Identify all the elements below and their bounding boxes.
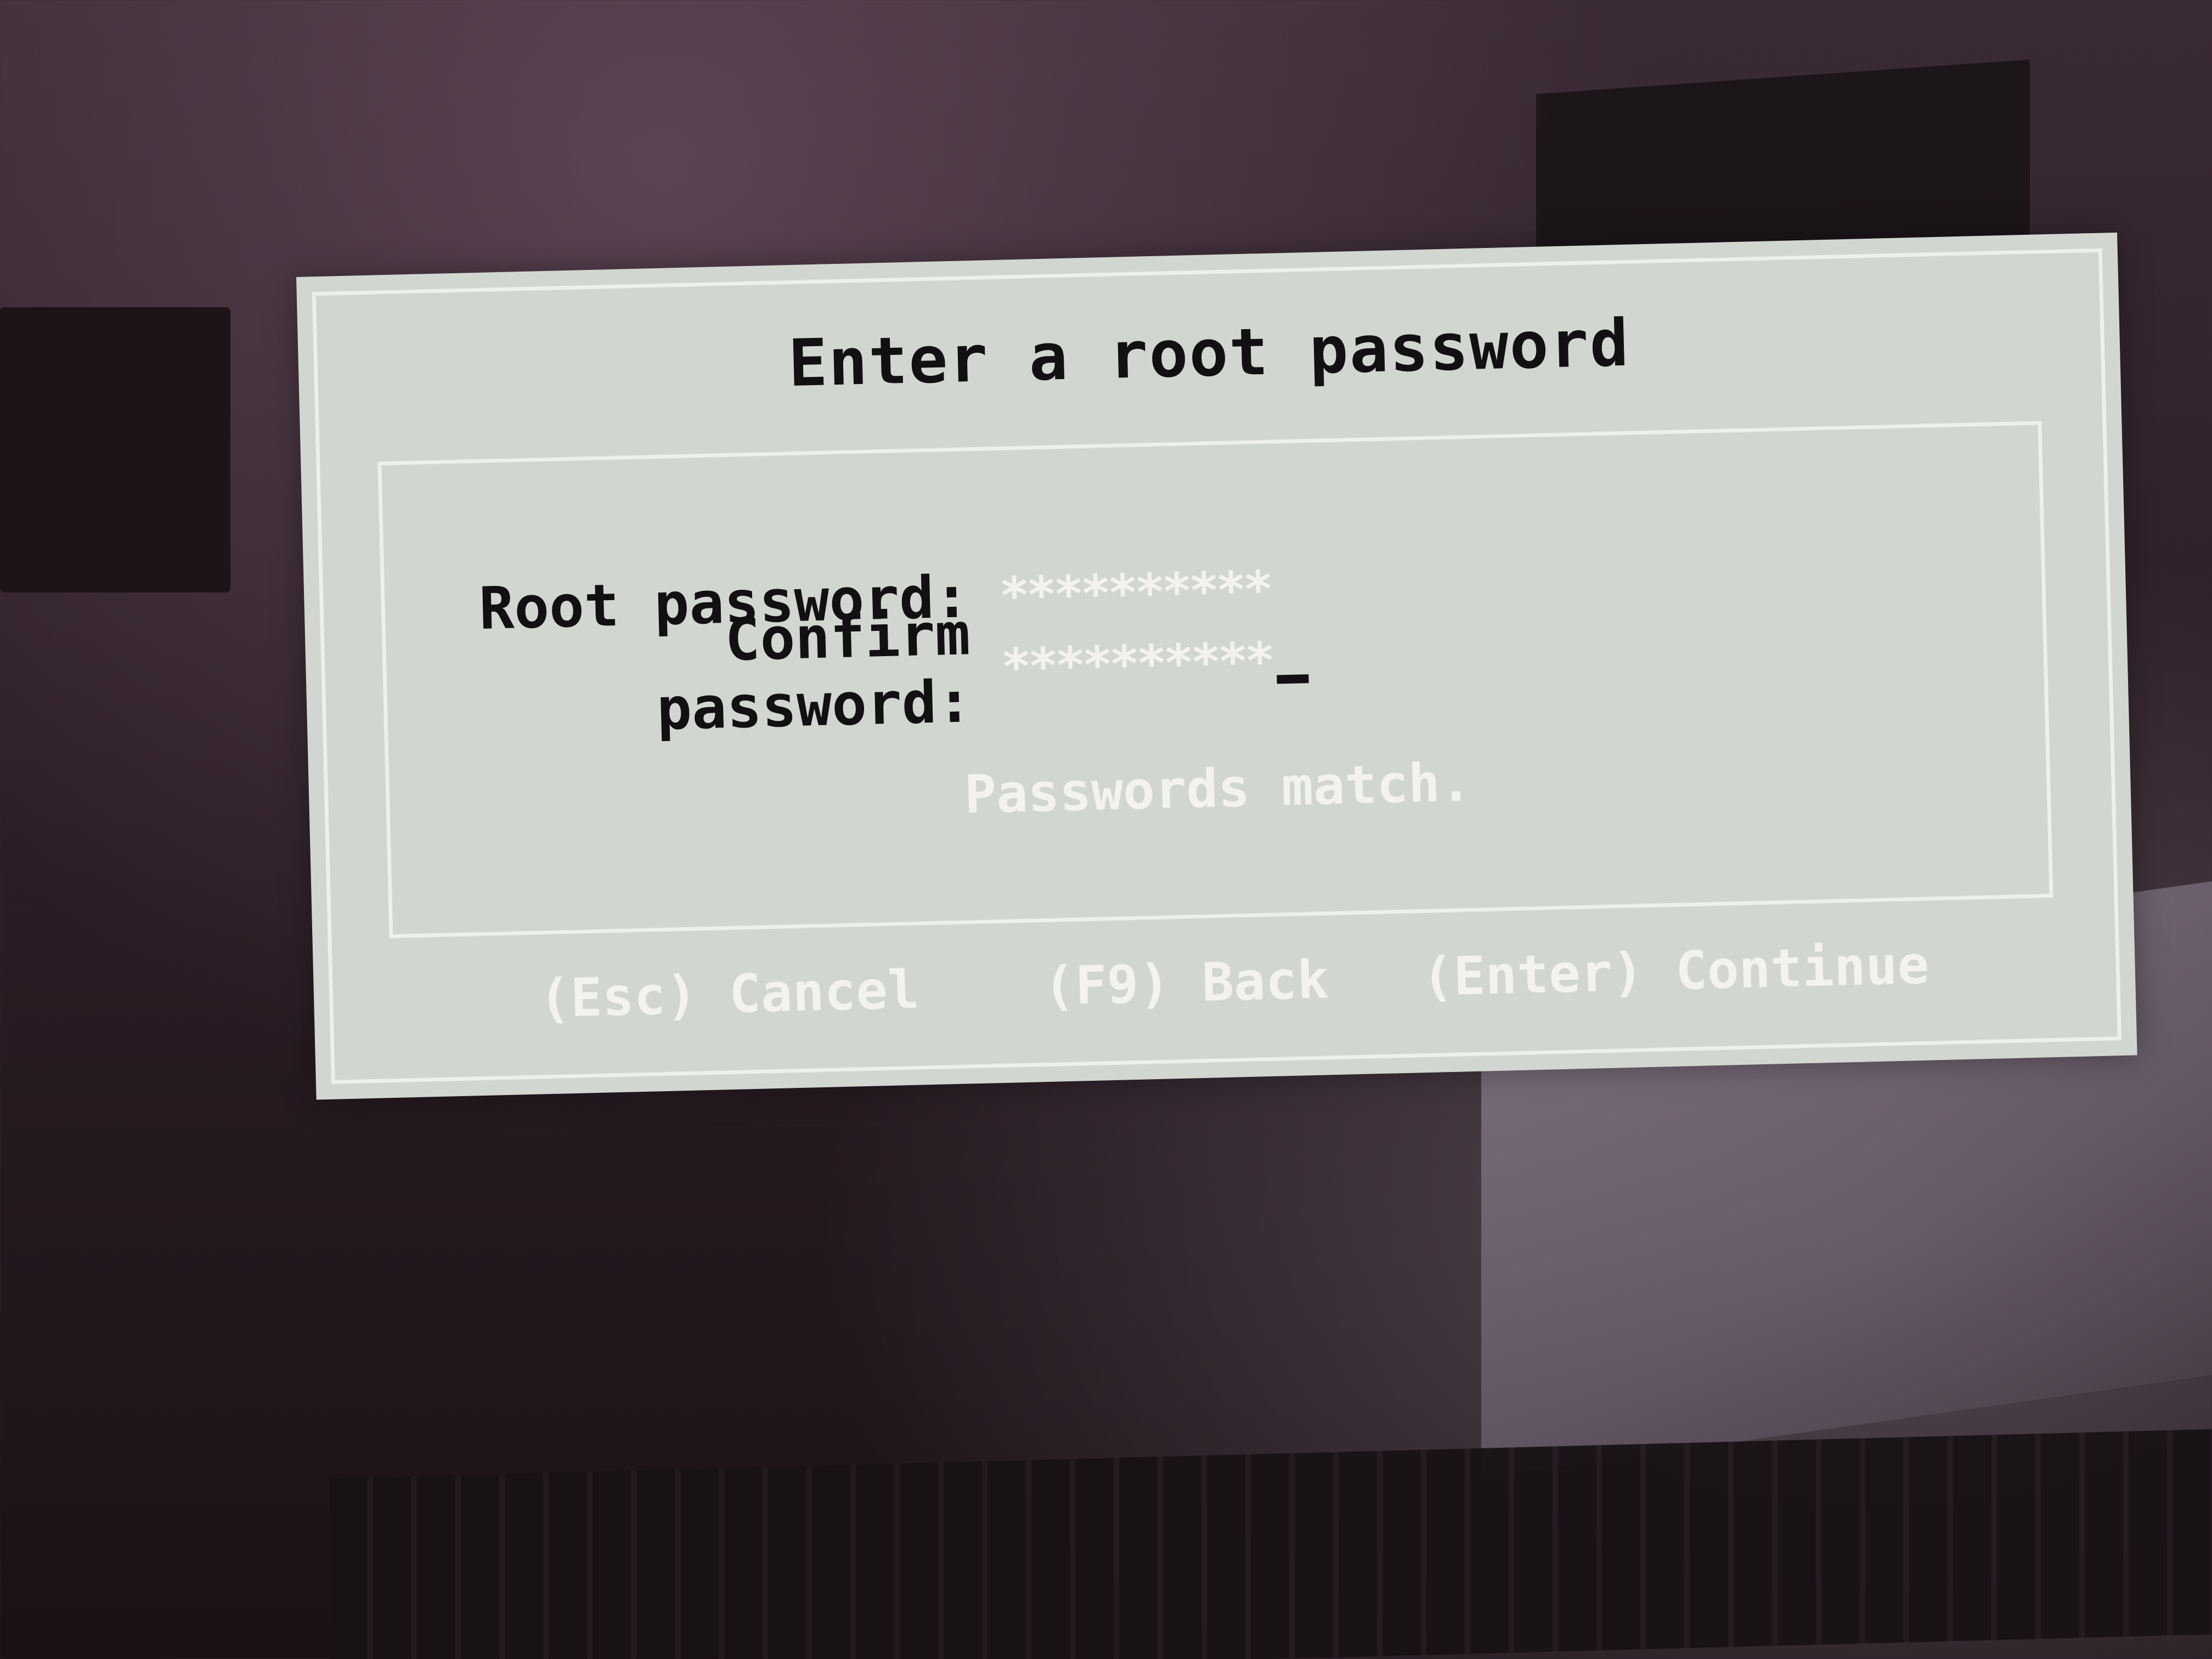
confirm-password-label: Confirm password:	[656, 600, 973, 743]
background-shadow	[0, 307, 230, 592]
text-cursor	[1277, 674, 1309, 684]
background-keyboard	[329, 1429, 2212, 1659]
password-panel: Root password: ********** Confirm passwo…	[377, 421, 2053, 939]
back-button[interactable]: (F9) Back	[1043, 949, 1330, 1017]
root-password-dialog: Enter a root password Root password: ***…	[296, 232, 2137, 1100]
cancel-button[interactable]: (Esc) Cancel	[538, 959, 920, 1030]
password-match-status: Passwords match.	[963, 751, 1472, 826]
root-password-input[interactable]: **********	[998, 560, 1271, 625]
confirm-password-row: Confirm password: **********	[386, 600, 1309, 743]
confirm-password-input[interactable]: **********	[1000, 631, 1272, 696]
continue-button[interactable]: (Enter) Continue	[1421, 934, 1929, 1008]
